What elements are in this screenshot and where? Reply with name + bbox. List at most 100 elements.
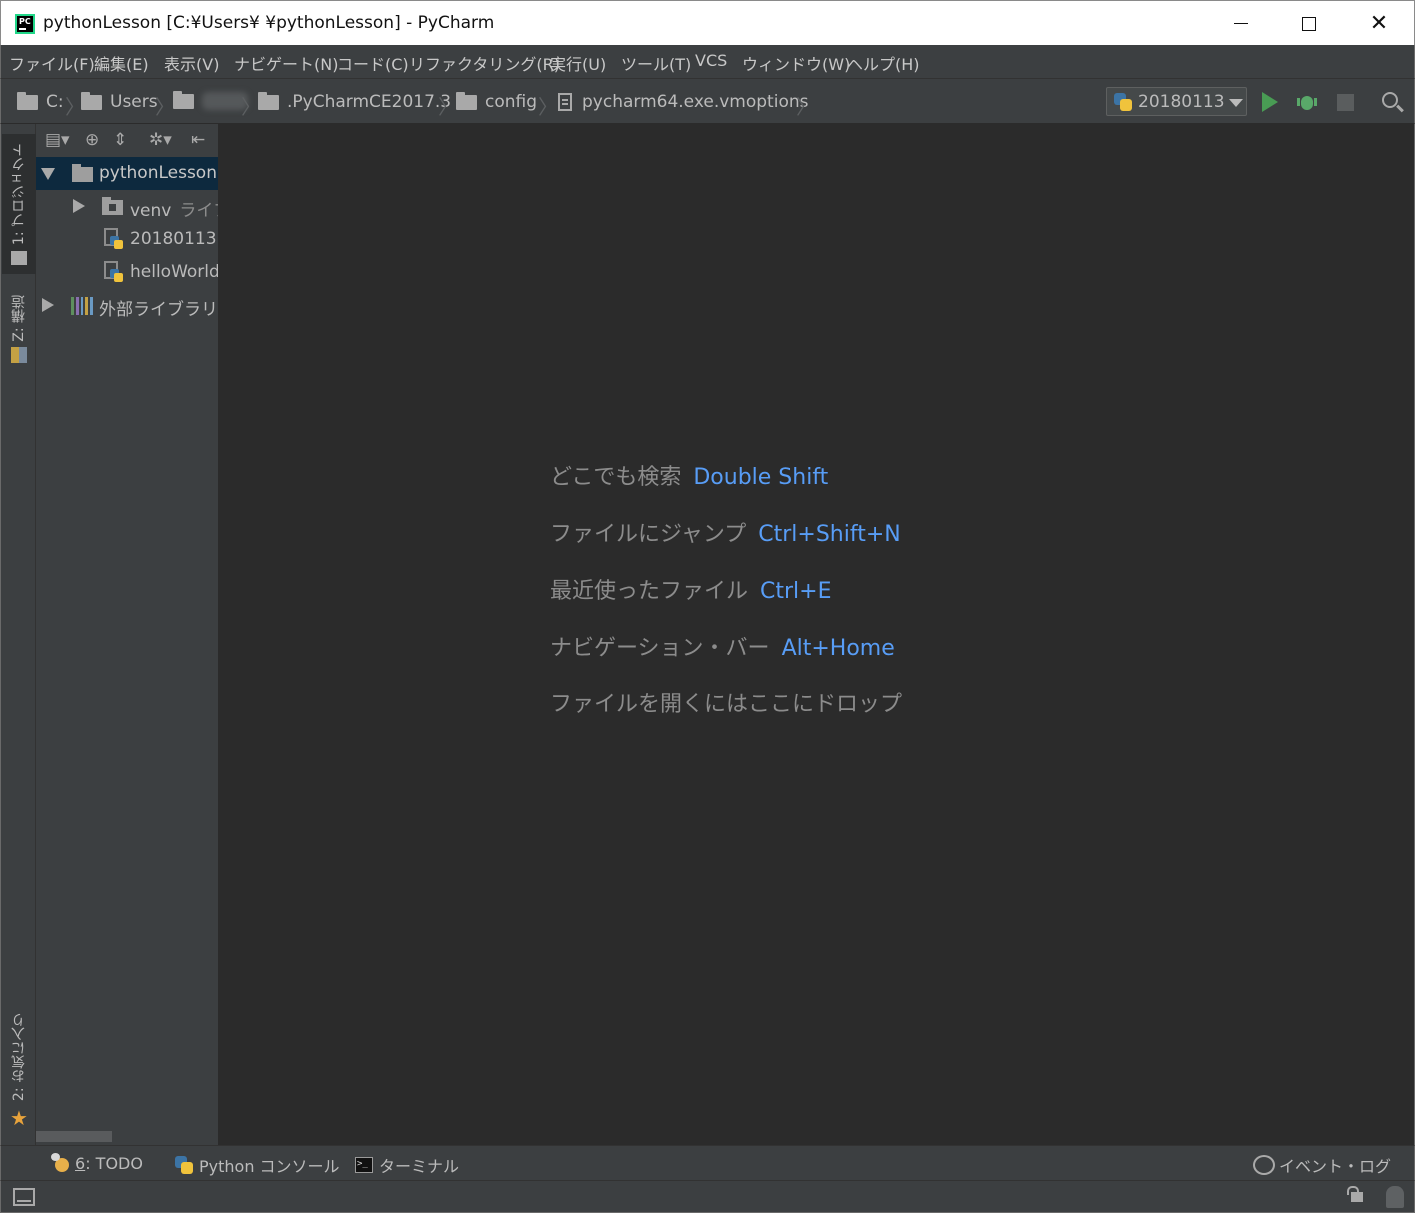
tree-item-label: pythonLesson xyxy=(99,163,217,183)
expand-arrow-icon[interactable] xyxy=(41,168,55,180)
breadcrumb-file[interactable]: pycharm64.exe.vmoptions xyxy=(556,92,808,112)
tree-item-file-20180113[interactable]: 20180113.p xyxy=(36,223,218,256)
collapse-all-icon[interactable]: ⇕ xyxy=(113,130,127,150)
menu-code[interactable]: コード(C) xyxy=(337,51,409,75)
folder-icon xyxy=(72,164,93,182)
folder-icon xyxy=(456,91,477,110)
tab-favorites[interactable]: 2: お気に入り ★ xyxy=(2,1009,36,1134)
toggle-tool-windows-icon[interactable] xyxy=(13,1188,35,1206)
tab-structure[interactable]: Z: 構造 xyxy=(2,284,36,374)
breadcrumb-config[interactable]: config xyxy=(456,91,537,112)
venv-folder-icon xyxy=(102,197,123,215)
window-title: pythonLesson [C:¥Users¥ ¥pythonLesson] -… xyxy=(43,13,495,33)
tab-python-console[interactable]: Python コンソール xyxy=(175,1153,340,1177)
hint-shortcut: Ctrl+E xyxy=(760,579,832,604)
breadcrumb-username[interactable] xyxy=(173,90,248,110)
project-panel: ▤▾ ⊕ ⇕ ✲▾ ⇤ pythonLesson venvライブラ 201801… xyxy=(36,124,218,1145)
menu-edit[interactable]: 編集(E) xyxy=(94,51,149,75)
tree-item-label: 20180113.p xyxy=(130,229,218,249)
tab-todo[interactable]: 6: TODO xyxy=(51,1153,143,1173)
run-configuration-select[interactable]: 20180113 xyxy=(1106,87,1247,116)
menu-view[interactable]: 表示(V) xyxy=(164,51,219,75)
maximize-icon xyxy=(1302,16,1316,31)
breadcrumb-pycharm-dir[interactable]: .PyCharmCE2017.3 xyxy=(258,91,451,112)
window-title-bar: PC pythonLesson [C:¥Users¥ ¥pythonLesson… xyxy=(0,0,1415,45)
left-tool-strip: 1: プロジェクト Z: 構造 2: お気に入り ★ xyxy=(0,124,36,1145)
breadcrumb-drive[interactable]: C: xyxy=(17,91,64,112)
stop-button[interactable] xyxy=(1337,94,1354,111)
debug-button[interactable] xyxy=(1297,92,1317,112)
close-icon: ✕ xyxy=(1369,11,1389,36)
hint-recent-files: 最近使ったファイル Ctrl+E xyxy=(550,573,832,605)
tree-item-root[interactable]: pythonLesson xyxy=(36,157,218,190)
hide-panel-icon[interactable]: ⇤ xyxy=(191,130,205,150)
tab-terminal[interactable]: >_ ターミナル xyxy=(355,1153,459,1177)
collapse-arrow-icon[interactable] xyxy=(42,298,54,312)
project-icon xyxy=(11,251,27,266)
tab-todo-label: : TODO xyxy=(85,1153,143,1173)
folder-icon xyxy=(173,90,194,109)
tree-item-label: 外部ライブラリー xyxy=(99,300,218,320)
tab-event-log[interactable]: イベント・ログ xyxy=(1253,1153,1391,1177)
tab-project-label: 1: プロジェクト xyxy=(11,142,27,246)
event-log-icon xyxy=(1253,1155,1275,1175)
menu-file[interactable]: ファイル(F) xyxy=(9,51,95,75)
menu-window[interactable]: ウィンドウ(W) xyxy=(742,51,850,75)
search-everywhere-button[interactable] xyxy=(1382,92,1404,114)
close-button[interactable]: ✕ xyxy=(1344,1,1414,46)
hint-shortcut: Double Shift xyxy=(693,465,829,490)
menu-bar: ファイル(F) 編集(E) 表示(V) ナビゲート(N) コード(C) リファク… xyxy=(0,45,1415,78)
star-icon: ★ xyxy=(10,1105,28,1130)
library-icon xyxy=(71,297,93,315)
inspector-icon[interactable] xyxy=(1386,1186,1404,1208)
hint-drop-files: ファイルを開くにはここにドロップ xyxy=(550,686,902,718)
view-mode-icon[interactable]: ▤▾ xyxy=(45,130,70,150)
hint-label: どこでも検索 xyxy=(550,465,682,490)
hint-go-to-file: ファイルにジャンプ Ctrl+Shift+N xyxy=(550,516,901,548)
menu-help[interactable]: ヘルプ(H) xyxy=(847,51,920,75)
run-configuration-name: 20180113 xyxy=(1138,92,1225,112)
breadcrumb-separator: 〉 xyxy=(796,95,816,119)
breadcrumb-separator: 〉 xyxy=(538,95,558,119)
editor-empty-area[interactable]: どこでも検索 Double Shift ファイルにジャンプ Ctrl+Shift+N… xyxy=(218,124,1415,1145)
menu-run[interactable]: 実行(U) xyxy=(550,51,606,75)
menu-refactor[interactable]: リファクタリング(R) xyxy=(409,51,560,75)
minimize-icon xyxy=(1234,23,1248,24)
horizontal-scrollbar[interactable] xyxy=(36,1131,112,1142)
tab-structure-label: Z: 構造 xyxy=(11,294,27,342)
minimize-button[interactable] xyxy=(1206,1,1276,46)
tab-terminal-label: ターミナル xyxy=(379,1157,460,1176)
tree-item-external-libraries[interactable]: 外部ライブラリー xyxy=(36,289,218,322)
hint-search-everywhere: どこでも検索 Double Shift xyxy=(550,459,828,491)
hint-navigation-bar: ナビゲーション・バー Alt+Home xyxy=(550,630,895,662)
tree-item-label: venvライブラ xyxy=(130,201,218,221)
run-button[interactable] xyxy=(1262,92,1278,112)
menu-vcs[interactable]: VCS xyxy=(695,51,727,70)
breadcrumb-users[interactable]: Users xyxy=(81,91,158,112)
hint-label: ナビゲーション・バー xyxy=(550,636,770,661)
tree-item-label: helloWorld xyxy=(130,262,218,282)
tab-event-log-label: イベント・ログ xyxy=(1279,1157,1392,1176)
hint-label: ファイルにジャンプ xyxy=(550,522,747,547)
python-file-icon xyxy=(104,261,124,283)
collapse-arrow-icon[interactable] xyxy=(73,199,85,213)
breadcrumb-separator: 〉 xyxy=(155,95,175,119)
tree-item-venv[interactable]: venvライブラ xyxy=(36,190,218,223)
menu-navigate[interactable]: ナビゲート(N) xyxy=(234,51,338,75)
hint-shortcut: Alt+Home xyxy=(781,636,895,661)
tab-python-console-label: Python コンソール xyxy=(199,1157,340,1176)
chevron-down-icon xyxy=(1229,99,1243,107)
tab-project[interactable]: 1: プロジェクト xyxy=(2,134,36,274)
locate-icon[interactable]: ⊕ xyxy=(85,130,99,150)
maximize-button[interactable] xyxy=(1274,1,1344,46)
terminal-icon: >_ xyxy=(355,1157,373,1173)
bottom-tool-bar: 6: TODO Python コンソール >_ ターミナル イベント・ログ xyxy=(0,1145,1415,1180)
project-panel-toolbar: ▤▾ ⊕ ⇕ ✲▾ ⇤ xyxy=(36,124,218,154)
tree-item-file-helloworld[interactable]: helloWorld xyxy=(36,256,218,289)
menu-tools[interactable]: ツール(T) xyxy=(621,51,691,75)
python-icon xyxy=(175,1156,193,1174)
lock-icon[interactable] xyxy=(1347,1186,1363,1202)
hint-label: 最近使ったファイル xyxy=(550,579,749,604)
tab-todo-number: 6 xyxy=(75,1153,86,1173)
gear-icon[interactable]: ✲▾ xyxy=(149,130,172,150)
